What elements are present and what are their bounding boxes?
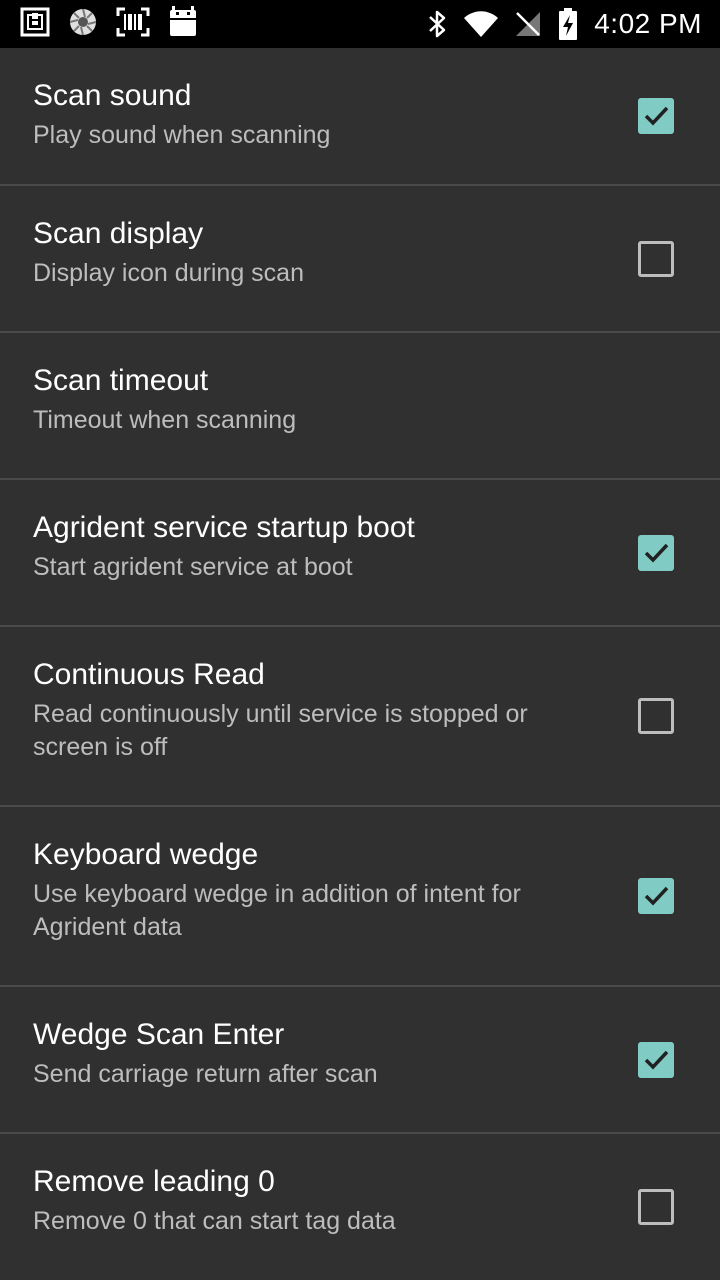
checkmark-icon xyxy=(644,1050,669,1070)
checkmark-icon xyxy=(644,886,669,906)
scan-sound-checkbox[interactable] xyxy=(638,98,674,134)
wedge-scan-enter-checkbox[interactable] xyxy=(638,1041,674,1078)
setting-summary: Display icon during scan xyxy=(33,259,304,287)
setting-title: Scan timeout xyxy=(33,364,209,397)
setting-summary: Play sound when scanning xyxy=(33,121,331,149)
wifi-icon xyxy=(464,11,499,37)
setting-scan-sound[interactable]: Scan sound Play sound when scanning xyxy=(0,48,720,186)
setting-continuous-read[interactable]: Continuous Read Read continuously until … xyxy=(0,627,720,807)
remove-leading-zero-checkbox[interactable] xyxy=(638,1189,674,1225)
android-icon xyxy=(170,6,196,36)
agrident-startup-boot-checkbox[interactable] xyxy=(638,534,674,571)
setting-title: Continuous Read xyxy=(33,658,265,691)
setting-title: Scan sound xyxy=(33,79,192,112)
setting-scan-timeout[interactable]: Scan timeout Timeout when scanning xyxy=(0,333,720,480)
keyboard-wedge-checkbox[interactable] xyxy=(638,878,674,914)
aperture-icon xyxy=(69,8,97,36)
setting-summary: Start agrident service at boot xyxy=(33,553,353,581)
status-time: 4:02 PM xyxy=(594,8,702,39)
setting-title: Remove leading 0 xyxy=(33,1165,275,1198)
bluetooth-icon xyxy=(429,10,446,38)
setting-summary: Timeout when scanning xyxy=(33,406,297,434)
setting-summary: Use keyboard wedge in addition of intent… xyxy=(33,880,521,941)
continuous-read-checkbox[interactable] xyxy=(638,698,674,734)
status-bar: 4:02 PM xyxy=(0,0,720,48)
scan-display-checkbox[interactable] xyxy=(638,240,674,277)
barcode-scanner-icon xyxy=(116,7,150,37)
settings-list: Scan sound Play sound when scanning Scan… xyxy=(0,48,720,1280)
setting-agrident-startup-boot[interactable]: Agrident service startup boot Start agri… xyxy=(0,480,720,627)
setting-keyboard-wedge[interactable]: Keyboard wedge Use keyboard wedge in add… xyxy=(0,807,720,987)
checkmark-icon xyxy=(644,543,669,563)
setting-title: Agrident service startup boot xyxy=(33,511,415,544)
setting-summary: Send carriage return after scan xyxy=(33,1060,378,1088)
setting-summary: Remove 0 that can start tag data xyxy=(33,1207,396,1235)
setting-title: Scan display xyxy=(33,217,204,250)
setting-title: Wedge Scan Enter xyxy=(33,1018,285,1051)
setting-title: Keyboard wedge xyxy=(33,838,259,871)
battery-charging-icon xyxy=(559,8,578,40)
checkmark-icon xyxy=(644,106,669,126)
setting-wedge-scan-enter[interactable]: Wedge Scan Enter Send carriage return af… xyxy=(0,987,720,1134)
sim-app-icon xyxy=(20,7,50,37)
setting-remove-leading-zero[interactable]: Remove leading 0 Remove 0 that can start… xyxy=(0,1134,720,1280)
no-signal-icon xyxy=(516,12,541,36)
setting-scan-display[interactable]: Scan display Display icon during scan xyxy=(0,186,720,333)
setting-summary: Read continuously until service is stopp… xyxy=(33,700,528,761)
